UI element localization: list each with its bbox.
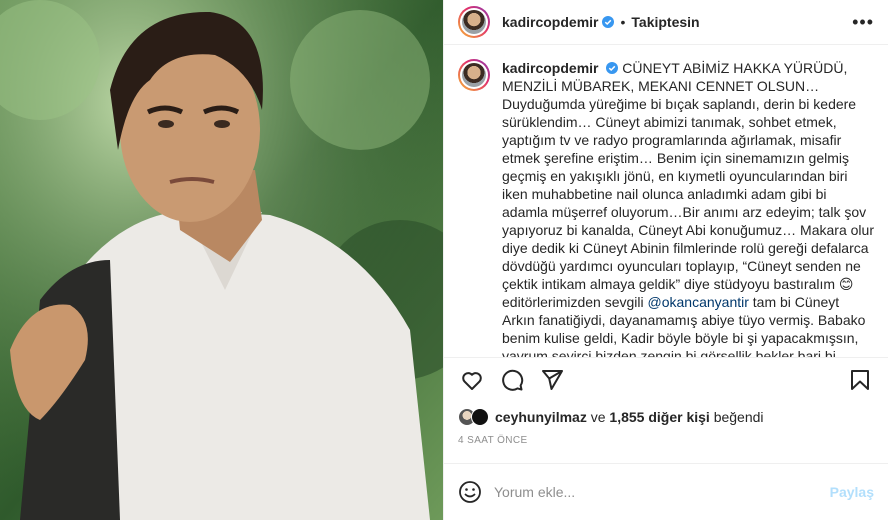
- caption-text: kadircopdemir CÜNEYT ABİMİZ HAKKA YÜRÜDÜ…: [502, 59, 874, 357]
- likes-text: ceyhunyilmaz ve 1,855 diğer kişi beğendi: [495, 409, 764, 425]
- likes-suffix: beğendi: [713, 409, 764, 425]
- bookmark-icon[interactable]: [840, 360, 880, 400]
- post-photo[interactable]: [0, 0, 443, 520]
- share-comment-button[interactable]: Paylaş: [830, 484, 874, 500]
- post-timestamp[interactable]: 4 SAAT ÖNCE: [444, 431, 888, 453]
- caption-avatar[interactable]: [458, 59, 490, 91]
- comment-bar: Paylaş: [444, 463, 888, 520]
- likes-others-link[interactable]: 1,855 diğer kişi: [609, 409, 709, 425]
- heart-icon[interactable]: [452, 360, 492, 400]
- post-side-panel: kadircopdemir • Takiptesin ••• kadircopd…: [443, 0, 888, 520]
- caption-area: kadircopdemir CÜNEYT ABİMİZ HAKKA YÜRÜDÜ…: [444, 45, 888, 357]
- mention-link[interactable]: @okancanyantir: [648, 294, 749, 310]
- more-options-icon[interactable]: •••: [852, 12, 874, 33]
- author-username[interactable]: kadircopdemir: [502, 14, 598, 30]
- comment-bubble-icon[interactable]: [492, 360, 532, 400]
- caption-body: CÜNEYT ABİMİZ HAKKA YÜRÜDÜ, MENZİLİ MÜBA…: [502, 60, 874, 310]
- portrait-image: [0, 0, 443, 520]
- comment-input[interactable]: [494, 484, 830, 500]
- author-avatar[interactable]: [458, 6, 490, 38]
- instagram-post-modal: kadircopdemir • Takiptesin ••• kadircopd…: [0, 0, 888, 520]
- action-bar: [444, 357, 888, 401]
- caption-username[interactable]: kadircopdemir: [502, 60, 598, 76]
- likes-summary: ceyhunyilmaz ve 1,855 diğer kişi beğendi: [444, 401, 888, 431]
- liker-username[interactable]: ceyhunyilmaz: [495, 409, 587, 425]
- verified-badge-icon: [602, 16, 615, 28]
- emoji-smiley-icon[interactable]: [458, 480, 482, 504]
- likes-connector: ve: [590, 409, 606, 425]
- liker-avatar[interactable]: [471, 408, 489, 426]
- follow-status[interactable]: Takiptesin: [631, 14, 699, 30]
- separator-dot: •: [620, 14, 626, 30]
- post-header: kadircopdemir • Takiptesin •••: [444, 0, 888, 45]
- paper-plane-icon[interactable]: [532, 360, 572, 400]
- verified-badge-icon: [606, 62, 619, 74]
